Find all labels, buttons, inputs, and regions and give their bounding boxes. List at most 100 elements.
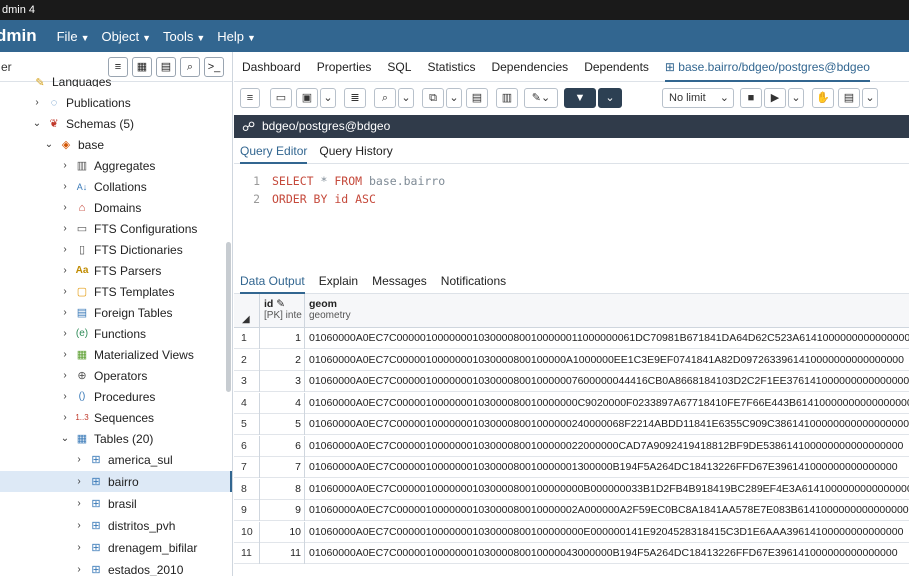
tab-messages[interactable]: Messages: [372, 274, 427, 288]
open-file-icon[interactable]: ▭: [270, 88, 292, 108]
tree-item-aggregates[interactable]: › ▥ Aggregates: [58, 155, 155, 176]
tree-item-sequences[interactable]: › 1..3 Sequences: [58, 407, 154, 428]
tab-sql[interactable]: SQL: [387, 60, 411, 74]
tab-query-bairro[interactable]: ⊞ base.bairro/bdgeo/postgres@bdgeo: [664, 60, 870, 82]
chevron-right-icon[interactable]: ›: [58, 202, 72, 213]
tree-item-base[interactable]: ⌄ ◈ base: [42, 134, 104, 155]
filter-icon[interactable]: ▼: [564, 88, 596, 108]
edit-icon[interactable]: ≣: [344, 88, 366, 108]
tree-item-languages[interactable]: ✎ Languages: [30, 77, 111, 87]
tree-item-distritos-pvh[interactable]: › ⊞ distritos_pvh: [72, 515, 175, 536]
tree-item-bairro[interactable]: › ⊞ bairro: [0, 471, 232, 492]
id-cell[interactable]: 6: [260, 435, 305, 457]
geom-cell[interactable]: 01060000A0EC7C00000100000001030000800100…: [305, 436, 909, 457]
chevron-down-icon[interactable]: ⌄: [320, 88, 336, 108]
chevron-down-icon[interactable]: ⌄: [30, 118, 44, 129]
sql-editor[interactable]: 1 SELECT * FROM base.bairro 2 ORDER BY id …: [234, 164, 909, 264]
id-cell[interactable]: 4: [260, 392, 305, 414]
geom-cell[interactable]: 01060000A0EC7C00000100000001030000800100…: [305, 500, 909, 521]
row-number-cell[interactable]: 9: [234, 500, 260, 521]
menu-file[interactable]: File ▼: [57, 29, 90, 44]
chevron-right-icon[interactable]: ›: [58, 349, 72, 360]
chevron-right-icon[interactable]: ›: [58, 412, 72, 423]
query-tool-icon[interactable]: ≡: [108, 57, 128, 77]
tree-item-collations[interactable]: › A↓ Collations: [58, 176, 146, 197]
tree-item-materialized-views[interactable]: › ▦ Materialized Views: [58, 344, 194, 365]
tree-item-foreign-tables[interactable]: › ▤ Foreign Tables: [58, 302, 172, 323]
chevron-down-icon[interactable]: ⌄: [42, 139, 56, 150]
geom-cell[interactable]: 01060000A0EC7C00000100000001030000800100…: [305, 522, 909, 543]
chevron-right-icon[interactable]: ›: [58, 370, 72, 381]
row-number-cell[interactable]: 10: [234, 521, 260, 543]
table-row[interactable]: 10 10 01060000A0EC7C0000010000000103000080…: [234, 521, 909, 543]
geom-cell[interactable]: 01060000A0EC7C00000100000001030000800100…: [305, 371, 909, 392]
tree-item-operators[interactable]: › ⊕ Operators: [58, 365, 147, 386]
row-number-cell[interactable]: 5: [234, 414, 260, 435]
psql-tool-icon[interactable]: >_: [204, 57, 224, 77]
execute-icon[interactable]: ▶: [764, 88, 786, 108]
explorer-scrollbar[interactable]: [226, 242, 231, 392]
tree-item-publications[interactable]: › ◌ Publications: [30, 92, 130, 113]
tab-query-editor[interactable]: Query Editor: [240, 138, 308, 164]
geom-cell[interactable]: 01060000A0EC7C00000100000001030000800100…: [305, 479, 909, 500]
geom-cell[interactable]: 01060000A0EC7C00000100000001030000800100…: [305, 457, 909, 478]
geom-cell[interactable]: 01060000A0EC7C00000100000001030000800100…: [305, 328, 909, 349]
tree-item-drenagem-bifilar[interactable]: › ⊞ drenagem_bifilar: [72, 537, 197, 558]
tree-item-domains[interactable]: › ⌂ Domains: [58, 197, 141, 218]
tree-item-schemas[interactable]: ⌄ ❦ Schemas (5): [30, 113, 134, 134]
chevron-right-icon[interactable]: ›: [58, 307, 72, 318]
id-cell[interactable]: 3: [260, 371, 305, 392]
row-number-cell[interactable]: 1: [234, 328, 260, 349]
copy-icon[interactable]: ⧉: [422, 88, 444, 108]
row-number-cell[interactable]: 4: [234, 392, 260, 414]
tab-notifications[interactable]: Notifications: [441, 274, 506, 288]
column-header-id[interactable]: id ✎ [PK] inte: [260, 294, 305, 328]
geom-cell[interactable]: 01060000A0EC7C00000100000001030000800100…: [305, 543, 909, 564]
chevron-right-icon[interactable]: ›: [58, 181, 72, 192]
search-icon[interactable]: ⌕: [180, 57, 200, 77]
view-data-icon[interactable]: ▦: [132, 57, 152, 77]
delete-icon[interactable]: ▥: [496, 88, 518, 108]
tab-data-output[interactable]: Data Output: [240, 268, 305, 294]
table-row[interactable]: 11 11 01060000A0EC7C0000010000000103000080…: [234, 543, 909, 564]
chevron-down-icon[interactable]: ⌄: [398, 88, 414, 108]
limit-select[interactable]: No limit ⌄: [662, 88, 734, 108]
stop-icon[interactable]: ■: [740, 88, 762, 108]
chevron-down-icon[interactable]: ⌄: [788, 88, 804, 108]
chevron-right-icon[interactable]: ›: [72, 520, 86, 531]
id-cell[interactable]: 7: [260, 457, 305, 478]
table-row[interactable]: 7 7 01060000A0EC7C000001000000010300008001…: [234, 457, 909, 478]
tree-item-brasil[interactable]: › ⊞ brasil: [72, 493, 136, 514]
id-cell[interactable]: 5: [260, 414, 305, 435]
menu-help[interactable]: Help ▼: [217, 29, 256, 44]
chevron-right-icon[interactable]: ›: [72, 476, 86, 487]
tab-properties[interactable]: Properties: [317, 60, 372, 74]
chevron-right-icon[interactable]: ›: [58, 160, 72, 171]
select-all-cell[interactable]: ◢: [234, 294, 260, 328]
edit-dropdown-icon[interactable]: ✎⌄: [524, 88, 558, 108]
server-icon[interactable]: ≡: [240, 88, 260, 108]
id-cell[interactable]: 2: [260, 349, 305, 371]
chevron-right-icon[interactable]: ›: [72, 454, 86, 465]
row-number-cell[interactable]: 2: [234, 349, 260, 371]
tab-dependencies[interactable]: Dependencies: [491, 60, 568, 74]
table-row[interactable]: 5 5 01060000A0EC7C000001000000010300008001…: [234, 414, 909, 435]
menu-object[interactable]: Object ▼: [101, 29, 151, 44]
chevron-right-icon[interactable]: ›: [72, 542, 86, 553]
save-file-icon[interactable]: ▣: [296, 88, 318, 108]
explain-icon[interactable]: ✋: [812, 88, 834, 108]
column-header-geom[interactable]: geom geometry: [305, 294, 909, 328]
chevron-right-icon[interactable]: ›: [58, 328, 72, 339]
tree-item-functions[interactable]: › (e) Functions: [58, 323, 146, 344]
row-number-cell[interactable]: 8: [234, 478, 260, 500]
chevron-right-icon[interactable]: ›: [58, 244, 72, 255]
id-cell[interactable]: 10: [260, 521, 305, 543]
table-row[interactable]: 1 1 01060000A0EC7C000001000000010300008001…: [234, 328, 909, 349]
chevron-right-icon[interactable]: ›: [58, 265, 72, 276]
table-row[interactable]: 4 4 01060000A0EC7C000001000000010300008001…: [234, 392, 909, 414]
paste-icon[interactable]: ▤: [466, 88, 488, 108]
table-row[interactable]: 3 3 01060000A0EC7C000001000000010300008001…: [234, 371, 909, 392]
row-number-cell[interactable]: 7: [234, 457, 260, 478]
chevron-down-icon[interactable]: ⌄: [446, 88, 462, 108]
geom-cell[interactable]: 01060000A0EC7C00000100000001030000800100…: [305, 350, 909, 371]
